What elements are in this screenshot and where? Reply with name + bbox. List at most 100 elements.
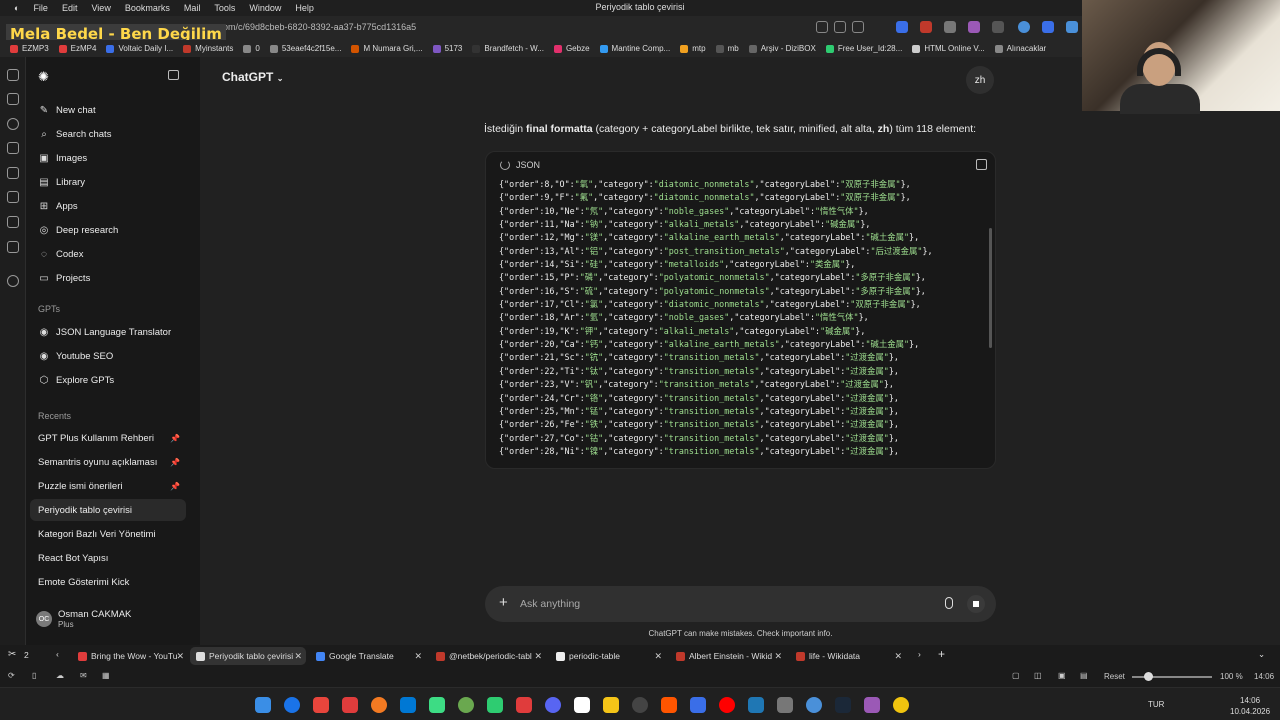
translate-icon[interactable]	[7, 191, 19, 203]
extension-icon[interactable]	[920, 21, 932, 33]
bookmark-item[interactable]: mb	[715, 44, 739, 53]
gpt-item[interactable]: ⬡ Explore GPTs	[38, 369, 198, 391]
taskbar-app-icon[interactable]	[458, 697, 474, 713]
gpt-item[interactable]: ◉ Youtube SEO	[38, 345, 198, 367]
history-icon[interactable]	[7, 118, 19, 130]
tab-scroll-right-icon[interactable]: ›	[918, 649, 921, 659]
bookmark-item[interactable]: Arşiv - DiziBOX	[748, 44, 816, 53]
shield-icon[interactable]	[944, 21, 956, 33]
taskbar-app-icon[interactable]	[574, 697, 590, 713]
browser-tab[interactable]: periodic-table ✕	[550, 647, 666, 665]
tab-stack-icon[interactable]: ✂	[8, 649, 16, 660]
menu-bookmarks[interactable]: Bookmarks	[125, 3, 170, 13]
bookmark-item[interactable]: EZMP3	[10, 44, 49, 53]
menu-window[interactable]: Window	[249, 3, 281, 13]
bookmark-item[interactable]: HTML Online V...	[912, 44, 985, 53]
taskbar-app-icon[interactable]	[400, 697, 416, 713]
microphone-icon[interactable]	[945, 597, 953, 609]
code-scrollbar[interactable]	[989, 228, 992, 348]
taskbar-app-icon[interactable]	[632, 697, 648, 713]
extension-icon[interactable]	[992, 21, 1004, 33]
bookmark-item[interactable]: Alınacaklar	[994, 44, 1046, 53]
browser-tab[interactable]: @netbek/periodic-tabl ✕	[430, 647, 546, 665]
page-action-icon[interactable]: ▢	[1012, 671, 1020, 680]
image-icon[interactable]: ▤	[1080, 671, 1088, 680]
taskbar-app-icon[interactable]	[835, 697, 851, 713]
taskbar-app-icon[interactable]	[806, 697, 822, 713]
browser-tab[interactable]: life - Wikidata ✕	[790, 647, 906, 665]
model-selector[interactable]: ChatGPT ⌄	[222, 70, 283, 84]
copy-code-button[interactable]	[976, 159, 987, 170]
bookmark-item[interactable]: 53eaef4c2f15e...	[269, 44, 341, 53]
taskbar-app-icon[interactable]	[429, 697, 445, 713]
window-icon[interactable]: ▯	[32, 671, 36, 680]
sync-icon[interactable]: ⟳	[8, 671, 15, 680]
reading-list-icon[interactable]	[7, 216, 19, 228]
share-icon[interactable]	[834, 21, 846, 33]
cloud-icon[interactable]: ☁	[56, 671, 64, 680]
profile-icon[interactable]	[1018, 21, 1030, 33]
taskbar-app-icon[interactable]	[777, 697, 793, 713]
close-tab-icon[interactable]: ✕	[654, 651, 662, 662]
bookmark-item[interactable]: Free User_Id:28...	[825, 44, 902, 53]
collapse-sidebar-icon[interactable]	[168, 70, 179, 80]
browser-tab[interactable]: Bring the Wow - YouTu ✕	[72, 647, 188, 665]
recent-chat-item[interactable]: Periyodik tablo çevirisi	[30, 499, 186, 521]
tile-icon[interactable]: ▣	[1058, 671, 1066, 680]
extension-icon[interactable]	[1042, 21, 1054, 33]
taskbar-app-icon[interactable]	[690, 697, 706, 713]
menu-help[interactable]: Help	[295, 3, 314, 13]
url-field[interactable]: atgpt.com/c/69d8cbeb-6820-8392-aa37-b775…	[196, 22, 416, 32]
message-input[interactable]: Ask anything	[520, 598, 580, 610]
close-tab-icon[interactable]: ✕	[774, 651, 782, 662]
sidebar-item-apps[interactable]: ⊞ Apps	[38, 195, 198, 217]
translate-extension-icon[interactable]	[896, 21, 908, 33]
menu-tools[interactable]: Tools	[214, 3, 235, 13]
mail-icon[interactable]: ✉	[80, 671, 87, 680]
bookmark-item[interactable]: 5173	[432, 44, 462, 53]
app-logo-icon[interactable]: ◐	[14, 3, 19, 13]
stop-generating-button[interactable]	[967, 595, 985, 613]
menu-mail[interactable]: Mail	[184, 3, 201, 13]
close-tab-icon[interactable]: ✕	[894, 651, 902, 662]
recent-chat-item[interactable]: Kategori Bazlı Veri Yönetimi	[30, 523, 186, 545]
close-tab-icon[interactable]: ✕	[176, 651, 184, 662]
bookmark-item[interactable]: Myinstants	[183, 44, 233, 53]
windows-start-icon[interactable]	[255, 697, 271, 713]
openai-logo-icon[interactable]: ✺	[38, 69, 49, 85]
taskbar-app-icon[interactable]	[864, 697, 880, 713]
close-tab-icon[interactable]: ✕	[414, 651, 422, 662]
sidebar-item-projects[interactable]: ▭ Projects	[38, 267, 198, 289]
taskbar-app-icon[interactable]	[342, 697, 358, 713]
recent-chat-item[interactable]: Semantris oyunu açıklaması 📌	[30, 451, 186, 473]
menu-view[interactable]: View	[91, 3, 110, 13]
sidebar-item-new-chat[interactable]: ✎ New chat	[38, 99, 198, 121]
user-profile[interactable]: OC Osman CAKMAK Plus	[36, 609, 131, 629]
input-language[interactable]: TUR	[1148, 700, 1164, 709]
taskbar-app-icon[interactable]	[313, 697, 329, 713]
add-panel-icon[interactable]	[7, 275, 19, 287]
notes-icon[interactable]	[7, 142, 19, 154]
bookmark-item[interactable]: Gebze	[553, 44, 590, 53]
add-attachment-button[interactable]: +	[499, 594, 508, 611]
new-tab-button[interactable]: +	[938, 647, 945, 661]
recent-chat-item[interactable]: Emote Gösterimi Kick	[30, 571, 186, 593]
recent-chat-item[interactable]: React Bot Yapısı	[30, 547, 186, 569]
taskbar-app-icon[interactable]	[516, 697, 532, 713]
browser-tab[interactable]: Google Translate ✕	[310, 647, 426, 665]
extension-icon[interactable]	[968, 21, 980, 33]
calendar-icon[interactable]: ▦	[102, 671, 110, 680]
browser-tab[interactable]: Periyodik tablo çevirisi ✕	[190, 647, 306, 665]
taskbar-app-icon[interactable]	[284, 697, 300, 713]
bookmark-item[interactable]: mtp	[680, 44, 706, 53]
tab-scroll-left-icon[interactable]: ‹	[56, 649, 59, 659]
sidebar-item-deep-research[interactable]: ◎ Deep research	[38, 219, 198, 241]
bookmark-item[interactable]: EzMP4	[58, 44, 96, 53]
menu-edit[interactable]: Edit	[62, 3, 78, 13]
bookmark-icon[interactable]	[852, 21, 864, 33]
recent-chat-item[interactable]: GPT Plus Kullanım Rehberi 📌	[30, 427, 186, 449]
close-tab-icon[interactable]: ✕	[534, 651, 542, 662]
bookmarks-icon[interactable]	[7, 69, 19, 81]
gpt-item[interactable]: ◉ JSON Language Translator	[38, 321, 198, 343]
mail-icon[interactable]	[7, 241, 19, 253]
